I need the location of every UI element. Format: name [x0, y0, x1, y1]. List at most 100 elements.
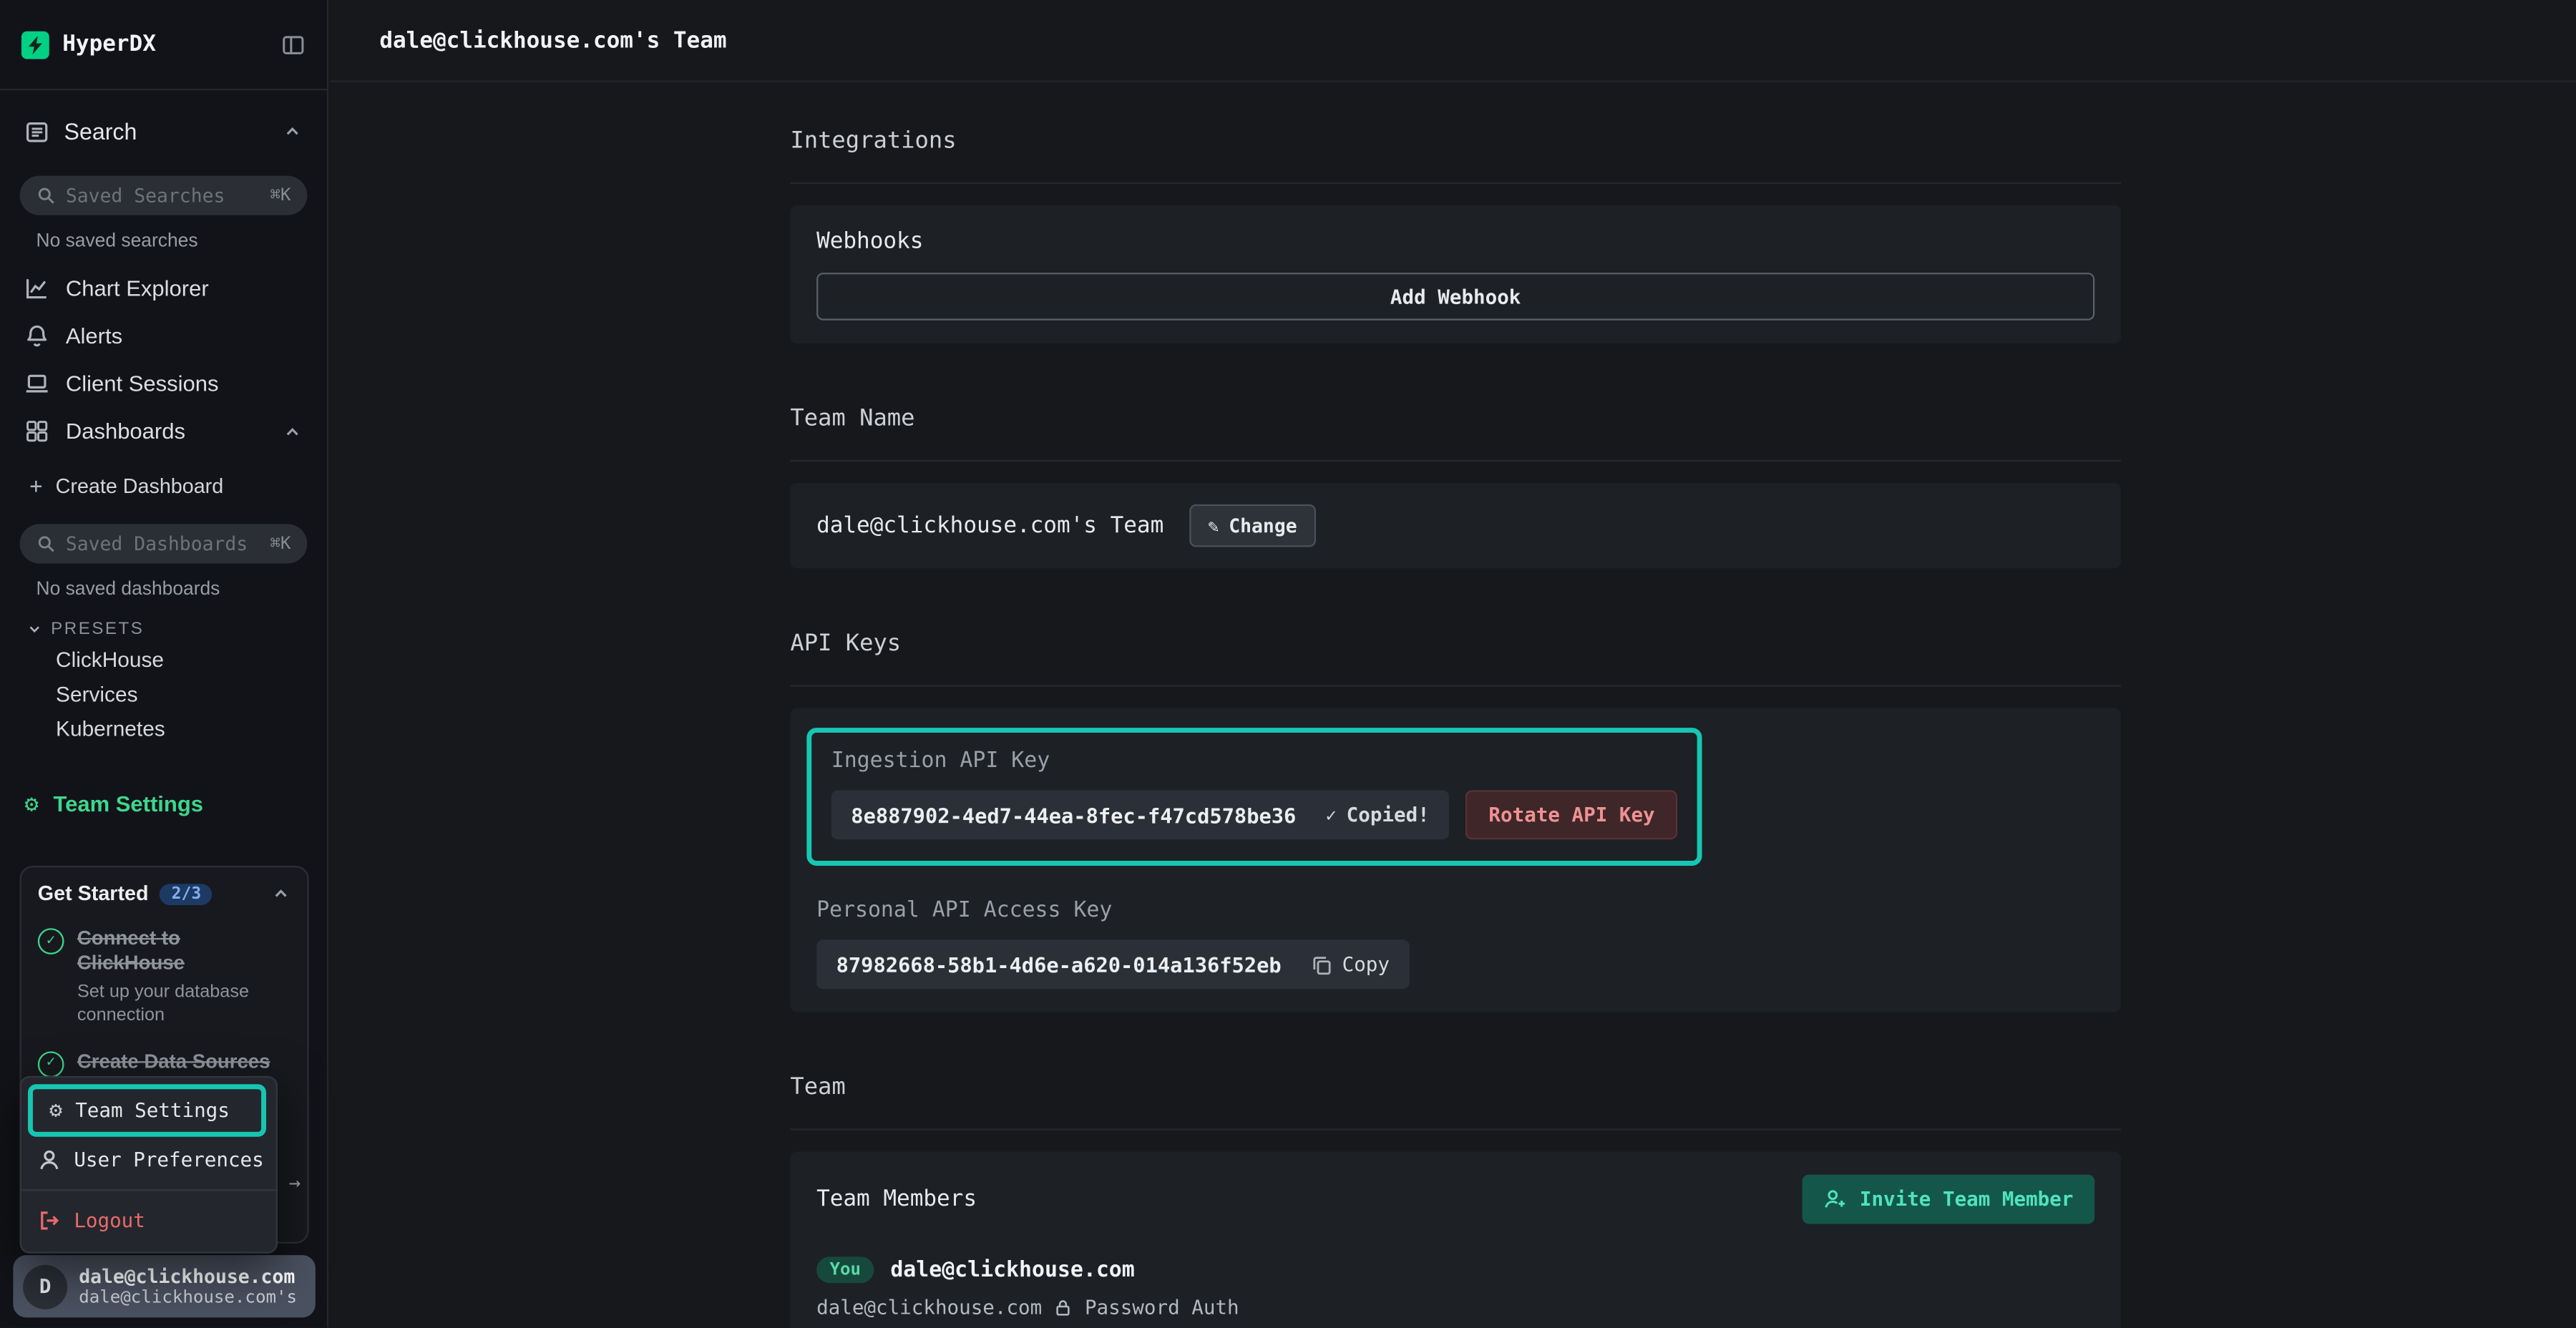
pencil-icon: ✎	[1208, 517, 1219, 534]
sidebar-item-team-settings[interactable]: ⚙ Team Settings	[0, 792, 327, 816]
copy-button[interactable]: Copy	[1311, 953, 1390, 976]
menu-item-user-preferences[interactable]: User Preferences	[21, 1138, 276, 1181]
arrow-right-icon: →	[289, 1173, 301, 1193]
webhooks-title: Webhooks	[816, 228, 2094, 255]
step-title: Connect to ClickHouse	[77, 927, 209, 976]
sidebar-item-dashboards[interactable]: Dashboards	[0, 407, 327, 455]
change-team-name-button[interactable]: ✎ Change	[1190, 504, 1315, 547]
preset-item-kubernetes[interactable]: Kubernetes	[0, 711, 327, 746]
ingestion-api-key-value[interactable]: 8e887902-4ed7-44ea-8fec-f47cd578be36 ✓ C…	[831, 790, 1450, 839]
create-dashboard-button[interactable]: + Create Dashboard	[0, 465, 327, 508]
clipboard-icon	[1311, 954, 1332, 975]
step-description: Set up your database connection	[77, 981, 291, 1028]
check-circle-icon: ✓	[38, 928, 64, 954]
section-divider	[790, 685, 2121, 686]
sidebar-item-chart-explorer[interactable]: Chart Explorer	[0, 265, 327, 313]
user-email: dale@clickhouse.com	[79, 1265, 297, 1288]
progress-badge: 2/3	[160, 883, 213, 904]
person-plus-icon	[1823, 1188, 1846, 1211]
section-title-api-keys: API Keys	[790, 631, 2121, 664]
section-title-team: Team	[790, 1075, 2121, 1108]
get-started-title: Get Started	[38, 882, 149, 905]
logout-icon	[38, 1209, 61, 1232]
personal-api-key-value[interactable]: 87982668-58b1-4d6e-a620-014a136f52eb Cop…	[816, 939, 1409, 989]
menu-item-label: Team Settings	[75, 1099, 230, 1122]
sidebar-header: HyperDX	[0, 0, 327, 90]
sidebar-item-alerts[interactable]: Alerts	[0, 312, 327, 360]
menu-item-logout[interactable]: Logout	[21, 1199, 276, 1242]
plus-icon: +	[29, 476, 42, 497]
api-key-text: 87982668-58b1-4d6e-a620-014a136f52eb	[836, 952, 1282, 976]
user-profile-button[interactable]: D dale@clickhouse.com dale@clickhouse.co…	[13, 1255, 315, 1317]
top-bar: dale@clickhouse.com's Team	[330, 0, 2576, 82]
no-saved-dashboards-text: No saved dashboards	[36, 580, 327, 600]
saved-dashboards-input-wrap[interactable]: ⌘K	[20, 524, 308, 563]
nav-label: Chart Explorer	[66, 276, 209, 301]
step-title: Create Data Sources	[77, 1049, 270, 1073]
settings-content: Integrations Webhooks Add Webhook Team N…	[330, 82, 2121, 1328]
laptop-icon	[24, 371, 49, 396]
gear-icon: ⚙	[49, 1100, 62, 1121]
search-icon	[36, 185, 57, 205]
team-member-row: You dale@clickhouse.com dale@clickhouse.…	[816, 1256, 2094, 1319]
app-window: HyperDX Search ⌘K No saved searches	[0, 0, 2576, 1327]
nav-label: Client Sessions	[66, 371, 219, 396]
create-dashboard-label: Create Dashboard	[56, 475, 224, 498]
presets-label: PRESETS	[51, 620, 144, 640]
member-name: dale@clickhouse.com	[890, 1258, 1134, 1282]
get-started-header: Get Started 2/3	[38, 882, 291, 905]
member-auth-method: Password Auth	[1085, 1296, 1239, 1319]
section-divider	[790, 182, 2121, 184]
preset-item-services[interactable]: Services	[0, 677, 327, 711]
menu-item-label: User Preferences	[74, 1148, 263, 1171]
chevron-down-icon	[26, 621, 43, 638]
invite-team-member-button[interactable]: Invite Team Member	[1802, 1175, 2095, 1224]
ingestion-api-key-label: Ingestion API Key	[831, 749, 1678, 773]
chart-icon	[24, 276, 49, 301]
presets-toggle[interactable]: PRESETS	[26, 620, 327, 640]
sidebar: HyperDX Search ⌘K No saved searches	[0, 0, 328, 1327]
you-badge: You	[816, 1256, 874, 1283]
get-started-step[interactable]: ✓ Connect to ClickHouse Set up your data…	[38, 927, 291, 1027]
user-team-name: dale@clickhouse.com's	[79, 1288, 297, 1308]
saved-dashboards-input[interactable]	[66, 532, 260, 555]
search-icon	[36, 534, 57, 554]
shortcut-badge: ⌘K	[270, 185, 291, 205]
nav-label: Dashboards	[66, 419, 185, 443]
personal-api-key-label: Personal API Access Key	[816, 899, 2094, 923]
section-title-team-name: Team Name	[790, 406, 2121, 439]
collapse-sidebar-icon[interactable]	[281, 32, 306, 57]
annotation-highlight-team-settings: ⚙ Team Settings	[28, 1084, 265, 1136]
copied-indicator: ✓ Copied!	[1326, 804, 1430, 826]
sidebar-item-client-sessions[interactable]: Client Sessions	[0, 360, 327, 408]
sidebar-nav: Chart Explorer Alerts Client Sessions Da…	[0, 265, 327, 455]
chevron-up-icon[interactable]	[283, 421, 303, 441]
annotation-highlight-ingestion-key: Ingestion API Key 8e887902-4ed7-44ea-8fe…	[806, 728, 1702, 866]
app-title: HyperDX	[62, 31, 156, 58]
main-area: dale@clickhouse.com's Team Integrations …	[330, 0, 2576, 1327]
check-icon: ✓	[1326, 806, 1337, 824]
shortcut-badge: ⌘K	[270, 534, 291, 554]
sidebar-section-search[interactable]: Search	[0, 107, 327, 156]
logo-wrap[interactable]: HyperDX	[21, 30, 156, 58]
chevron-up-icon[interactable]	[271, 884, 291, 904]
team-name-card: dale@clickhouse.com's Team ✎ Change	[790, 483, 2121, 568]
saved-searches-input-wrap[interactable]: ⌘K	[20, 176, 308, 215]
rotate-api-key-button[interactable]: Rotate API Key	[1465, 790, 1678, 839]
nav-label: Alerts	[66, 323, 122, 348]
chevron-up-icon[interactable]	[283, 122, 303, 142]
no-saved-searches-text: No saved searches	[36, 232, 327, 252]
saved-searches-input[interactable]	[66, 184, 260, 207]
gear-icon: ⚙	[24, 793, 38, 816]
page-title: dale@clickhouse.com's Team	[379, 27, 726, 54]
preset-item-clickhouse[interactable]: ClickHouse	[0, 643, 327, 677]
user-icon	[38, 1148, 61, 1171]
section-divider	[790, 460, 2121, 462]
add-webhook-button[interactable]: Add Webhook	[816, 273, 2094, 321]
grid-icon	[24, 419, 49, 443]
menu-item-team-settings[interactable]: ⚙ Team Settings	[33, 1089, 246, 1132]
search-section-label: Search	[64, 118, 137, 145]
team-settings-label: Team Settings	[53, 792, 203, 816]
section-divider	[790, 1128, 2121, 1130]
user-menu-popup: ⚙ Team Settings User Preferences Logout	[20, 1076, 278, 1254]
